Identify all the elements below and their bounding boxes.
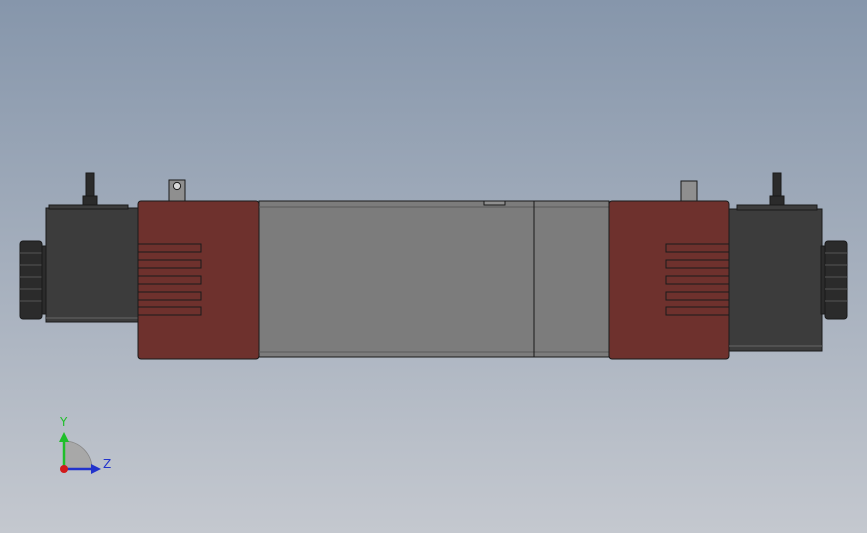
right-end-cover[interactable] bbox=[608, 200, 730, 360]
left-knob[interactable] bbox=[19, 240, 48, 320]
right-pilot-fitting[interactable] bbox=[680, 180, 698, 202]
left-pilot-fitting[interactable] bbox=[168, 179, 186, 202]
right-knob[interactable] bbox=[820, 240, 848, 320]
viewport-canvas[interactable]: Y Z bbox=[0, 0, 867, 533]
valve-model[interactable] bbox=[19, 172, 848, 360]
x-axis-point bbox=[60, 465, 68, 473]
valve-body[interactable] bbox=[258, 200, 610, 358]
left-end-cover[interactable] bbox=[137, 200, 260, 360]
y-axis-label: Y bbox=[59, 415, 68, 429]
z-axis-label: Z bbox=[103, 457, 111, 471]
cad-viewport[interactable]: Y Z bbox=[0, 0, 867, 533]
